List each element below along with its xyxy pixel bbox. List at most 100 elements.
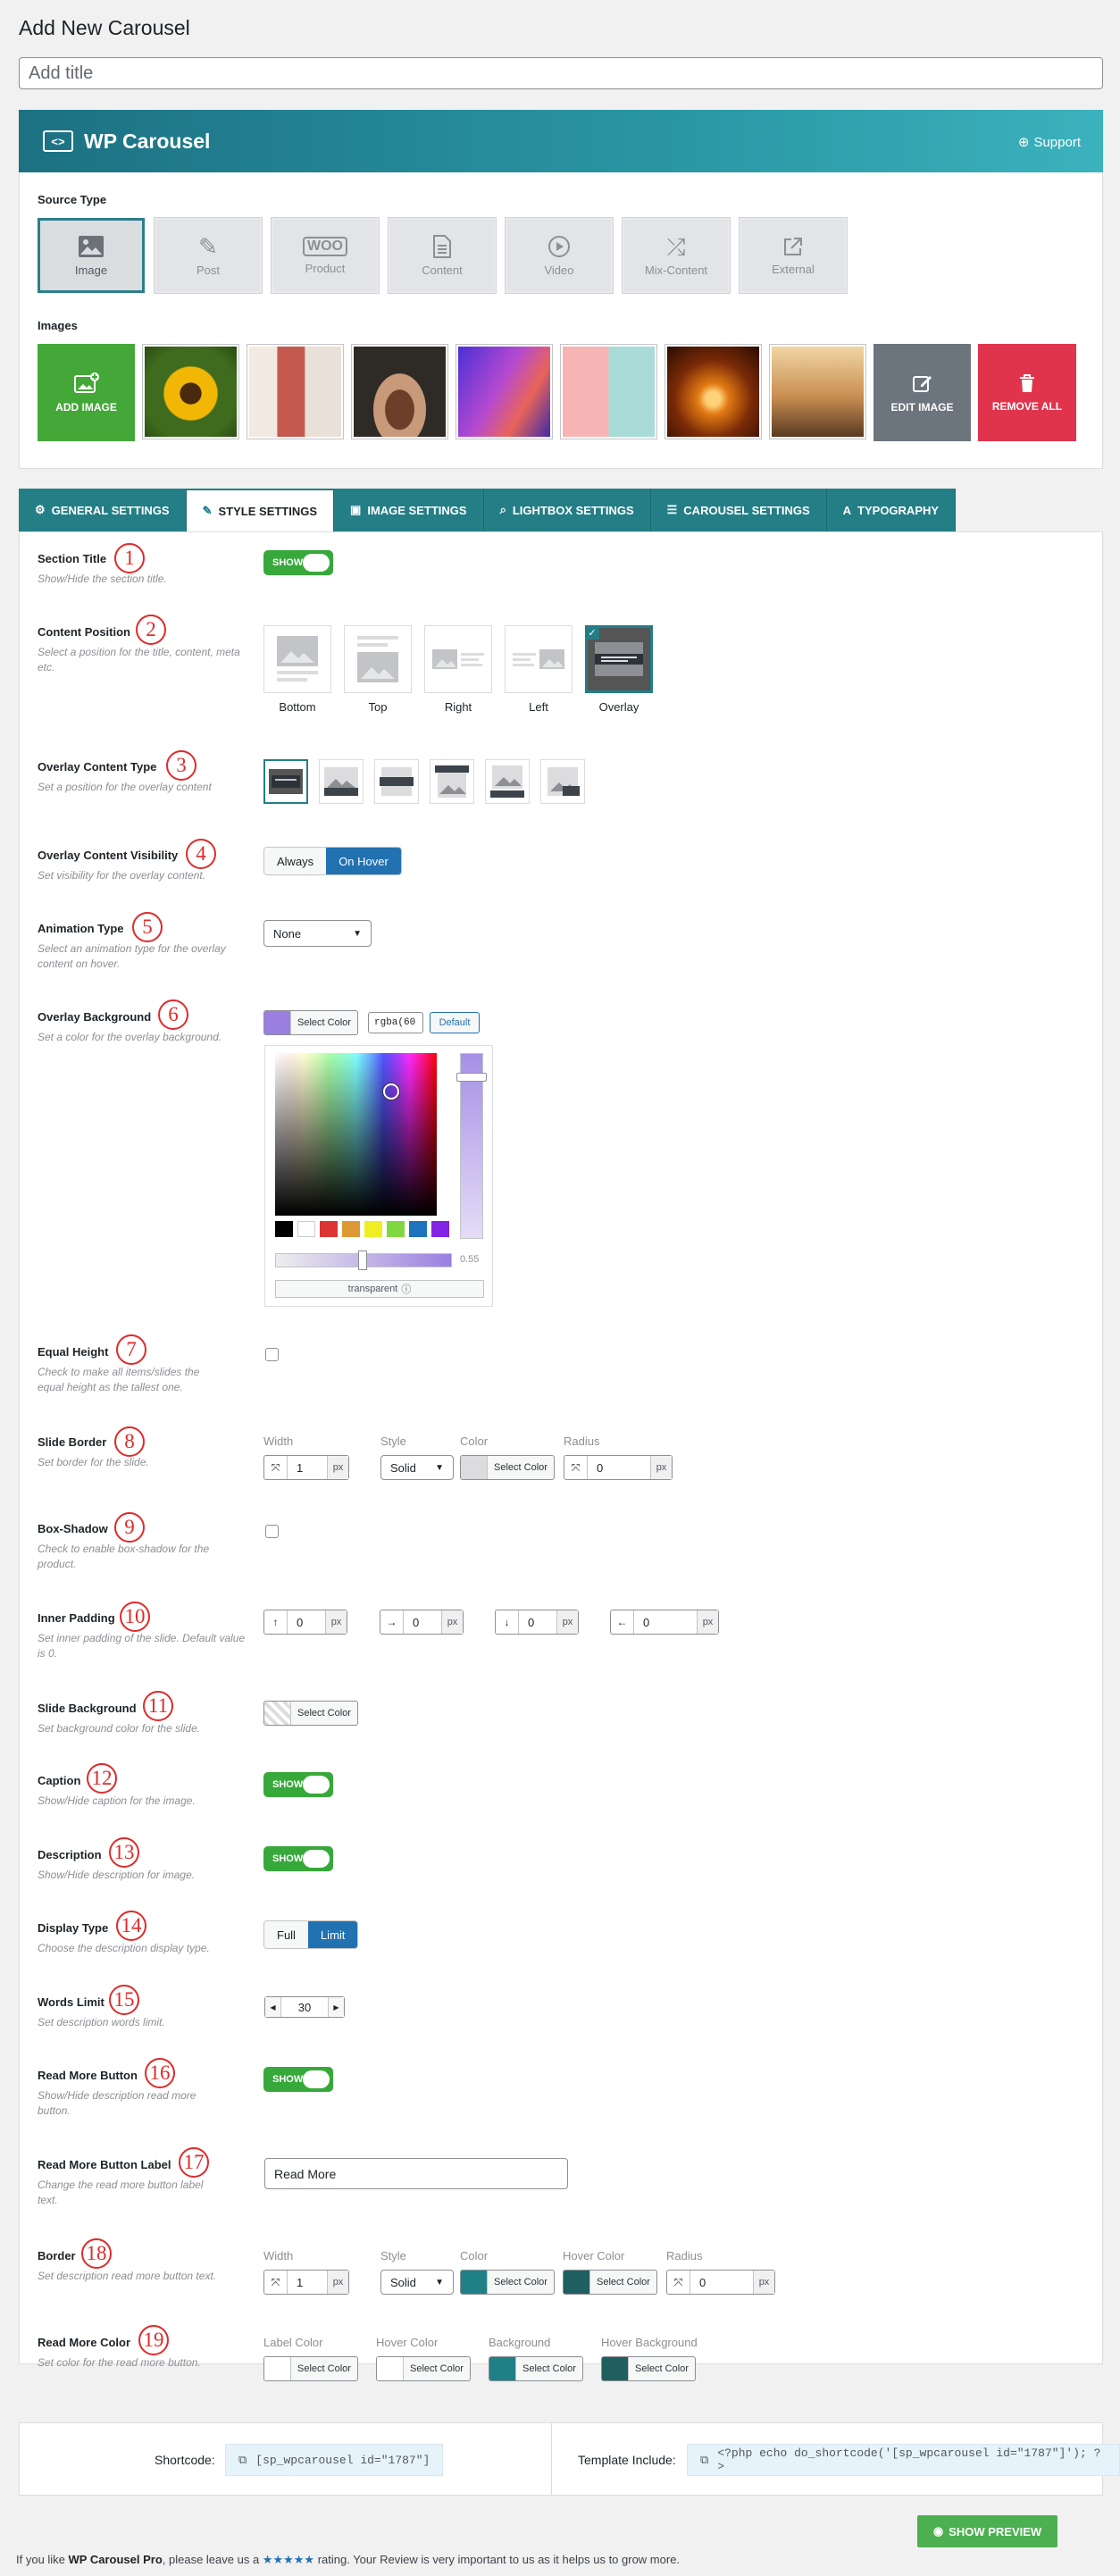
shortcode-field[interactable]: ⧉ [sp_wpcarousel id="1787"] (225, 2444, 444, 2476)
rm-border-radius-input[interactable]: ⤧ 0 px (666, 2270, 775, 2295)
source-option-external[interactable]: External (739, 217, 848, 294)
source-option-post[interactable]: ✎ Post (154, 217, 263, 294)
gallery-thumb-seedling[interactable] (351, 344, 448, 439)
gallery-thumb-neon-portrait[interactable] (456, 344, 553, 439)
read-more-toggle[interactable]: SHOW (263, 2067, 333, 2092)
tab-label: TYPOGRAPHY (857, 503, 940, 517)
position-option-bottom[interactable]: Bottom (263, 625, 331, 714)
padding-top-input[interactable]: ↑ 0 px (263, 1610, 347, 1635)
visibility-always[interactable]: Always (264, 848, 327, 874)
visibility-on-hover[interactable]: On Hover (326, 848, 401, 874)
section-title-toggle[interactable]: SHOW (263, 550, 333, 575)
overlay-type-option[interactable] (319, 759, 364, 804)
palette-swatch[interactable] (297, 1221, 315, 1237)
rm-hover-bg-color-button[interactable]: Select Color (601, 2356, 696, 2381)
rm-hover-color-button[interactable]: Select Color (376, 2356, 471, 2381)
source-option-content[interactable]: Content (388, 217, 497, 294)
support-link[interactable]: ⊕ Support (1018, 134, 1081, 151)
palette-swatch[interactable] (387, 1221, 405, 1237)
rm-border-hover-color-button[interactable]: Select Color (563, 2270, 657, 2295)
template-include-label: Template Include: (578, 2453, 676, 2467)
rm-label-color-button[interactable]: Select Color (263, 2356, 358, 2381)
tab-general-settings[interactable]: ⚙ GENERAL SETTINGS (19, 489, 187, 531)
overlay-type-option[interactable] (485, 759, 530, 804)
decrement-icon[interactable]: ◀ (265, 1997, 281, 2017)
increment-icon[interactable]: ▶ (328, 1997, 344, 2017)
position-option-top[interactable]: Top (344, 625, 412, 714)
source-option-image[interactable]: Image (38, 218, 145, 293)
add-image-button[interactable]: ADD IMAGE (38, 344, 135, 441)
words-limit-spinner[interactable]: ◀ 30 ▶ (264, 1996, 345, 2018)
rm-border-style-select[interactable]: Solid ▼ (380, 2270, 454, 2295)
field-desc: Check to enable box-shadow for the produ… (38, 1543, 210, 1570)
hue-slider-handle[interactable] (456, 1073, 487, 1082)
animation-type-select[interactable]: None ▼ (263, 920, 372, 947)
tab-lightbox-settings[interactable]: ⌕ LIGHTBOX SETTINGS (483, 489, 651, 531)
color-gradient-field[interactable] (275, 1053, 437, 1216)
palette-swatch[interactable] (342, 1221, 360, 1237)
display-type-limit[interactable]: Limit (307, 1921, 358, 1948)
overlay-type-option[interactable] (374, 759, 419, 804)
tab-image-settings[interactable]: ▣ IMAGE SETTINGS (334, 489, 484, 531)
border-style-select[interactable]: Solid ▼ (380, 1455, 454, 1480)
source-option-product[interactable]: WOO Product (271, 217, 380, 294)
template-include-field[interactable]: ⧉ <?php echo do_shortcode('[sp_wpcarousel… (687, 2444, 1120, 2476)
color-swatch (461, 1456, 488, 1479)
slide-bg-color-button[interactable]: Select Color (263, 1701, 358, 1726)
gallery-thumb-sunflower[interactable] (142, 344, 239, 439)
gallery-thumb-cathedral[interactable] (769, 344, 866, 439)
padding-bottom-input[interactable]: ↓ 0 px (495, 1610, 579, 1635)
palette-swatch[interactable] (275, 1221, 293, 1237)
alpha-value: 0.55 (460, 1254, 480, 1265)
gallery-thumb-cactus[interactable] (247, 344, 344, 439)
select-value: Solid (390, 1460, 416, 1475)
gallery-thumb-lamp[interactable] (664, 344, 762, 439)
color-swatch (461, 2271, 488, 2294)
border-color-button[interactable]: Select Color (460, 1455, 555, 1480)
palette-swatch[interactable] (364, 1221, 382, 1237)
color-swatch (489, 2357, 516, 2380)
caption-toggle[interactable]: SHOW (263, 1772, 333, 1797)
color-picker-handle[interactable] (383, 1083, 399, 1100)
tab-style-settings[interactable]: ✎ STYLE SETTINGS (186, 489, 335, 531)
edit-image-button[interactable]: EDIT IMAGE (873, 344, 971, 441)
gallery-thumb-earrings[interactable] (560, 344, 657, 439)
transparent-button[interactable]: transparent ⓘ (275, 1280, 484, 1298)
border-radius-input[interactable]: ⤧ 0 px (564, 1455, 673, 1480)
palette-swatch[interactable] (431, 1221, 449, 1237)
display-type-full[interactable]: Full (264, 1921, 308, 1948)
position-option-right[interactable]: Right (424, 625, 492, 714)
padding-right-input[interactable]: → 0 px (380, 1610, 464, 1635)
tab-typography[interactable]: A TYPOGRAPHY (826, 489, 957, 531)
border-width-input[interactable]: ⤧ 1 px (263, 1455, 349, 1480)
remove-all-button[interactable]: REMOVE ALL (978, 344, 1076, 441)
overlay-bg-color-button[interactable]: Select Color (263, 1010, 358, 1035)
arrows-icon: ⤧ (667, 2271, 690, 2294)
position-option-left[interactable]: Left (505, 625, 573, 714)
box-shadow-checkbox[interactable] (265, 1525, 279, 1538)
palette-swatch[interactable] (409, 1221, 427, 1237)
position-option-overlay[interactable]: ✓ Overlay (585, 625, 653, 714)
rating-stars-link[interactable]: ★★★★★ (263, 2553, 314, 2566)
rm-background-color-button[interactable]: Select Color (489, 2356, 583, 2381)
title-input[interactable]: Add title (19, 57, 1103, 89)
overlay-type-option[interactable] (263, 759, 308, 804)
source-option-mix-content[interactable]: ⤮ Mix-Content (622, 217, 731, 294)
tab-carousel-settings[interactable]: ☰ CAROUSEL SETTINGS (650, 489, 827, 531)
overlay-type-option[interactable] (540, 759, 585, 804)
description-toggle[interactable]: SHOW (263, 1846, 333, 1871)
show-preview-button[interactable]: ◉ SHOW PREVIEW (917, 2515, 1057, 2547)
alpha-slider-handle[interactable] (358, 1250, 367, 1270)
rm-border-width-input[interactable]: ⤧ 1 px (263, 2270, 349, 2295)
rm-border-color-button[interactable]: Select Color (460, 2270, 555, 2295)
palette-swatch[interactable] (320, 1221, 338, 1237)
read-more-label-input[interactable]: Read More (264, 2158, 568, 2189)
source-option-video[interactable]: Video (505, 217, 614, 294)
callout-number: 1 (114, 543, 145, 573)
overlay-bg-color-input[interactable]: rgba(60 (368, 1012, 423, 1033)
default-color-button[interactable]: Default (430, 1012, 480, 1033)
overlay-type-option[interactable] (430, 759, 474, 804)
padding-left-input[interactable]: ← 0 px (610, 1610, 719, 1635)
equal-height-checkbox[interactable] (265, 1348, 279, 1361)
sliders-icon: ☰ (666, 503, 678, 516)
